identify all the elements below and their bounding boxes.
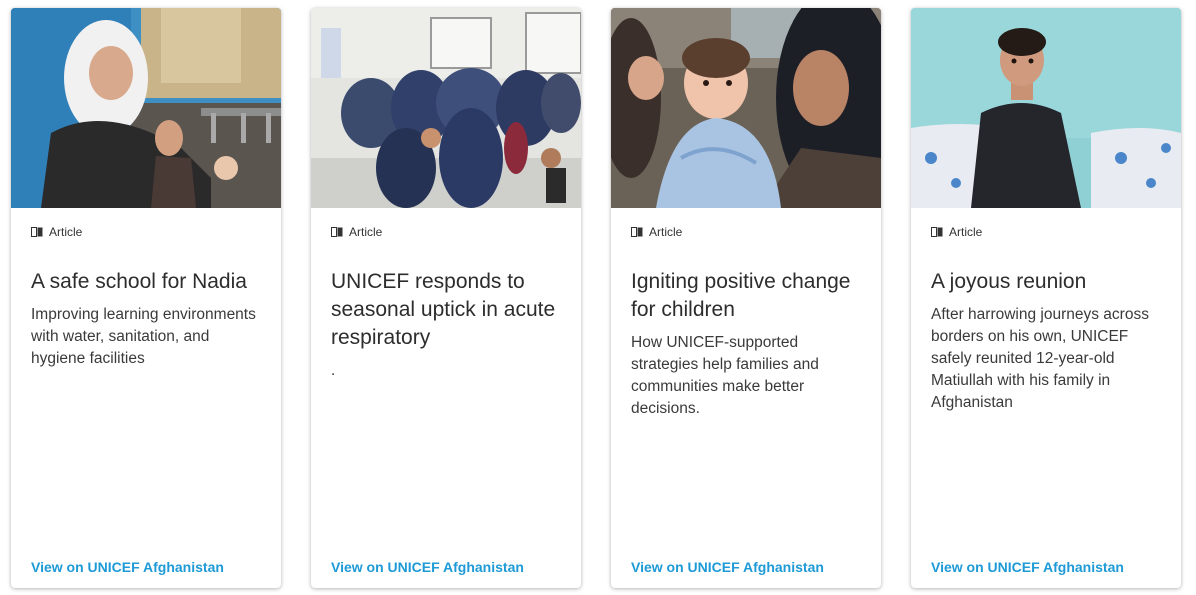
card-title[interactable]: A joyous reunion bbox=[931, 268, 1167, 296]
article-card-list: Article A safe school for Nadia Improvin… bbox=[0, 0, 1196, 595]
view-on-unicef-link[interactable]: View on UNICEF Afghanistan bbox=[931, 559, 1124, 575]
view-on-unicef-link[interactable]: View on UNICEF Afghanistan bbox=[31, 559, 224, 575]
article-card[interactable]: Article A safe school for Nadia Improvin… bbox=[11, 8, 281, 588]
mother-holding-baby-photo[interactable] bbox=[611, 8, 881, 208]
content-type: Article bbox=[331, 225, 382, 239]
content-type: Article bbox=[31, 225, 82, 239]
book-icon bbox=[31, 227, 43, 237]
card-description: How UNICEF-supported strategies help fam… bbox=[631, 334, 819, 417]
content-type-label: Article bbox=[649, 225, 683, 239]
content-type-label: Article bbox=[949, 225, 983, 239]
card-body: Article A safe school for Nadia Improvin… bbox=[11, 208, 281, 588]
card-description: . bbox=[331, 362, 336, 379]
content-type: Article bbox=[631, 225, 682, 239]
card-title[interactable]: UNICEF responds to seasonal uptick in ac… bbox=[331, 268, 567, 352]
article-card[interactable]: Article UNICEF responds to seasonal upti… bbox=[311, 8, 581, 588]
card-description: After harrowing journeys across borders … bbox=[931, 306, 1149, 411]
card-body: Article A joyous reunion After harrowing… bbox=[911, 208, 1181, 588]
girl-washing-hands-photo[interactable] bbox=[11, 8, 281, 208]
article-card[interactable]: Article Igniting positive change for chi… bbox=[611, 8, 881, 588]
card-description: Improving learning environments with wat… bbox=[31, 306, 256, 367]
clinic-waiting-room-photo[interactable] bbox=[311, 8, 581, 208]
content-type-label: Article bbox=[349, 225, 383, 239]
view-on-unicef-link[interactable]: View on UNICEF Afghanistan bbox=[331, 559, 524, 575]
boy-sitting-on-bed-photo[interactable] bbox=[911, 8, 1181, 208]
content-type-label: Article bbox=[49, 225, 83, 239]
view-on-unicef-link[interactable]: View on UNICEF Afghanistan bbox=[631, 559, 824, 575]
book-icon bbox=[331, 227, 343, 237]
book-icon bbox=[931, 227, 943, 237]
article-card[interactable]: Article A joyous reunion After harrowing… bbox=[911, 8, 1181, 588]
card-title[interactable]: A safe school for Nadia bbox=[31, 268, 267, 296]
card-body: Article UNICEF responds to seasonal upti… bbox=[311, 208, 581, 588]
card-body: Article Igniting positive change for chi… bbox=[611, 208, 881, 588]
card-title[interactable]: Igniting positive change for children bbox=[631, 268, 867, 324]
book-icon bbox=[631, 227, 643, 237]
content-type: Article bbox=[931, 225, 982, 239]
